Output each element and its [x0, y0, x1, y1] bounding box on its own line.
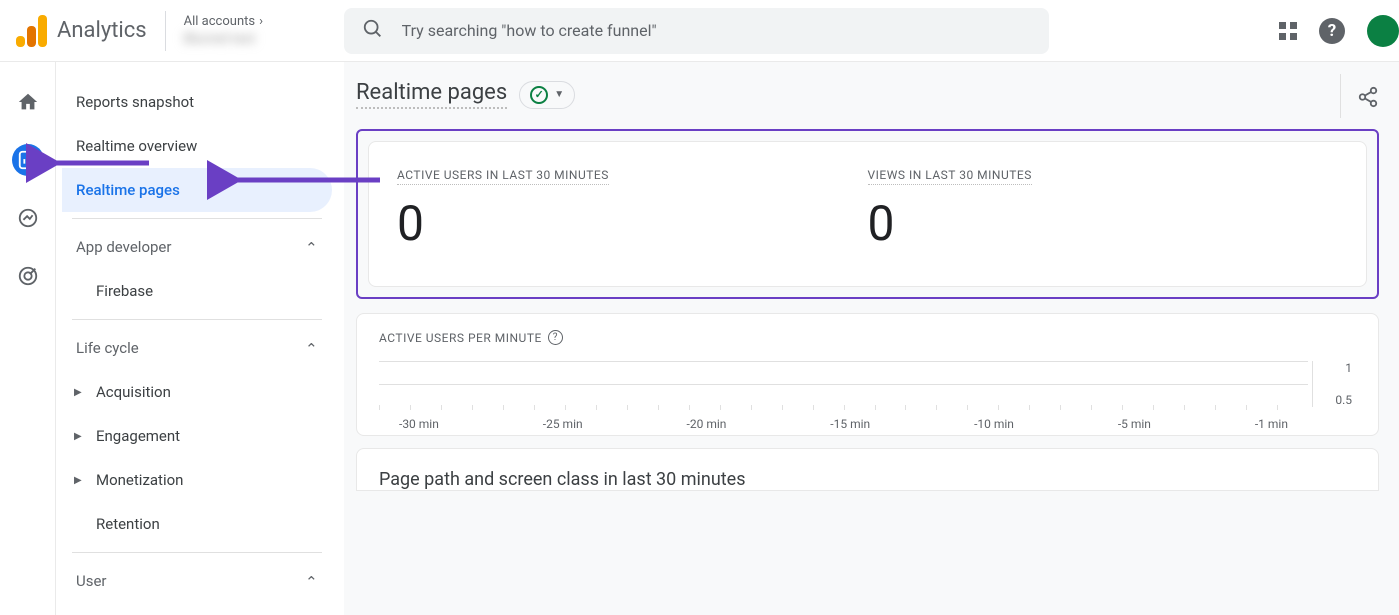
rail-advertising[interactable]: [12, 260, 44, 292]
analytics-logo-icon: [16, 15, 47, 47]
divider: [72, 319, 322, 320]
page-header: Realtime pages ✓ ▼: [356, 80, 1379, 109]
search-placeholder: Try searching "how to create funnel": [402, 21, 657, 40]
sidebar-acquisition[interactable]: ▶Acquisition: [62, 370, 332, 414]
metric-value: 0: [868, 195, 1339, 252]
check-circle-icon: ✓: [530, 86, 548, 104]
metric-active-users: ACTIVE USERS IN LAST 30 MINUTES 0: [397, 164, 868, 252]
y-axis: 1 0.5: [1312, 361, 1356, 407]
rail-reports[interactable]: [12, 144, 44, 176]
account-switcher[interactable]: All accounts › Blurred text: [184, 14, 324, 47]
search-icon: [362, 18, 384, 44]
metrics-card: ACTIVE USERS IN LAST 30 MINUTES 0 VIEWS …: [368, 141, 1367, 287]
header-divider: [165, 11, 166, 51]
status-dropdown[interactable]: ✓ ▼: [519, 81, 575, 109]
x-tick-label: -20 min: [687, 417, 727, 431]
top-header: Analytics All accounts › Blurred text Tr…: [0, 0, 1399, 62]
logo-area: Analytics: [16, 15, 147, 47]
sidebar-engagement[interactable]: ▶Engagement: [62, 414, 332, 458]
metric-views: VIEWS IN LAST 30 MINUTES 0: [868, 164, 1339, 252]
sidebar-reports-snapshot[interactable]: Reports snapshot: [62, 80, 332, 124]
account-name: Blurred text: [184, 31, 324, 47]
chevron-right-icon: ›: [259, 14, 263, 29]
dropdown-arrow-icon: ▼: [554, 89, 564, 100]
x-tick-label: -10 min: [974, 417, 1014, 431]
rail-explore[interactable]: [12, 202, 44, 234]
sidebar-realtime-pages[interactable]: Realtime pages: [62, 168, 332, 212]
divider: [72, 218, 322, 219]
share-button[interactable]: [1357, 86, 1379, 112]
table-card: Page path and screen class in last 30 mi…: [356, 448, 1379, 491]
rail-home[interactable]: [12, 86, 44, 118]
metric-value: 0: [397, 195, 868, 252]
chevron-up-icon: ⌄: [305, 339, 318, 357]
sidebar-realtime-overview[interactable]: Realtime overview: [62, 124, 332, 168]
x-tick-label: -25 min: [543, 417, 583, 431]
x-tick-label: -15 min: [830, 417, 870, 431]
sidebar-retention[interactable]: Retention: [62, 502, 332, 546]
chevron-up-icon: ⌄: [305, 572, 318, 590]
content: Realtime pages ✓ ▼ ACTIVE USERS IN LAST …: [344, 62, 1399, 615]
x-axis: -30 min -25 min -20 min -15 min -10 min -5 mi…: [379, 417, 1308, 431]
x-tick-label: -1 min: [1255, 417, 1288, 431]
avatar[interactable]: [1367, 15, 1399, 47]
apps-icon[interactable]: [1279, 22, 1297, 40]
sidebar-firebase[interactable]: Firebase: [62, 269, 332, 313]
x-tick-label: -5 min: [1118, 417, 1151, 431]
table-title: Page path and screen class in last 30 mi…: [379, 469, 1356, 490]
sidebar-section-app-developer[interactable]: App developer ⌄: [62, 225, 332, 269]
chart-area: 1 0.5 -30 min -25 min -20 min -15 min -10 mi…: [379, 361, 1356, 431]
metrics-highlight-box: ACTIVE USERS IN LAST 30 MINUTES 0 VIEWS …: [356, 129, 1379, 299]
chart-card: ACTIVE USERS PER MINUTE ? 1 0.5 -30 min-…: [356, 313, 1379, 436]
search-bar[interactable]: Try searching "how to create funnel": [344, 8, 1049, 54]
chevron-up-icon: ⌄: [305, 238, 318, 256]
caret-right-icon: ▶: [74, 387, 82, 398]
caret-right-icon: ▶: [74, 475, 82, 486]
page-title: Realtime pages: [356, 80, 507, 109]
header-actions: ?: [1259, 15, 1383, 47]
sidebar-section-user[interactable]: User ⌄: [62, 559, 332, 603]
metric-label: VIEWS IN LAST 30 MINUTES: [868, 168, 1032, 185]
app-title: Analytics: [57, 18, 147, 43]
help-icon[interactable]: ?: [1319, 18, 1345, 44]
sidebar-monetization[interactable]: ▶Monetization: [62, 458, 332, 502]
divider: [72, 552, 322, 553]
chart-title: ACTIVE USERS PER MINUTE ?: [379, 330, 1356, 345]
x-tick-label: -30 min: [399, 417, 439, 431]
caret-right-icon: ▶: [74, 431, 82, 442]
sidebar-section-life-cycle[interactable]: Life cycle ⌄: [62, 326, 332, 370]
metric-label: ACTIVE USERS IN LAST 30 MINUTES: [397, 168, 609, 185]
sidebar: Reports snapshot Realtime overview Realt…: [56, 62, 344, 615]
account-label: All accounts: [184, 14, 255, 29]
icon-rail: [0, 62, 56, 615]
sidebar-user-attributes[interactable]: ▶User attributes: [62, 603, 332, 615]
divider: [1340, 74, 1341, 118]
info-icon[interactable]: ?: [548, 330, 563, 345]
